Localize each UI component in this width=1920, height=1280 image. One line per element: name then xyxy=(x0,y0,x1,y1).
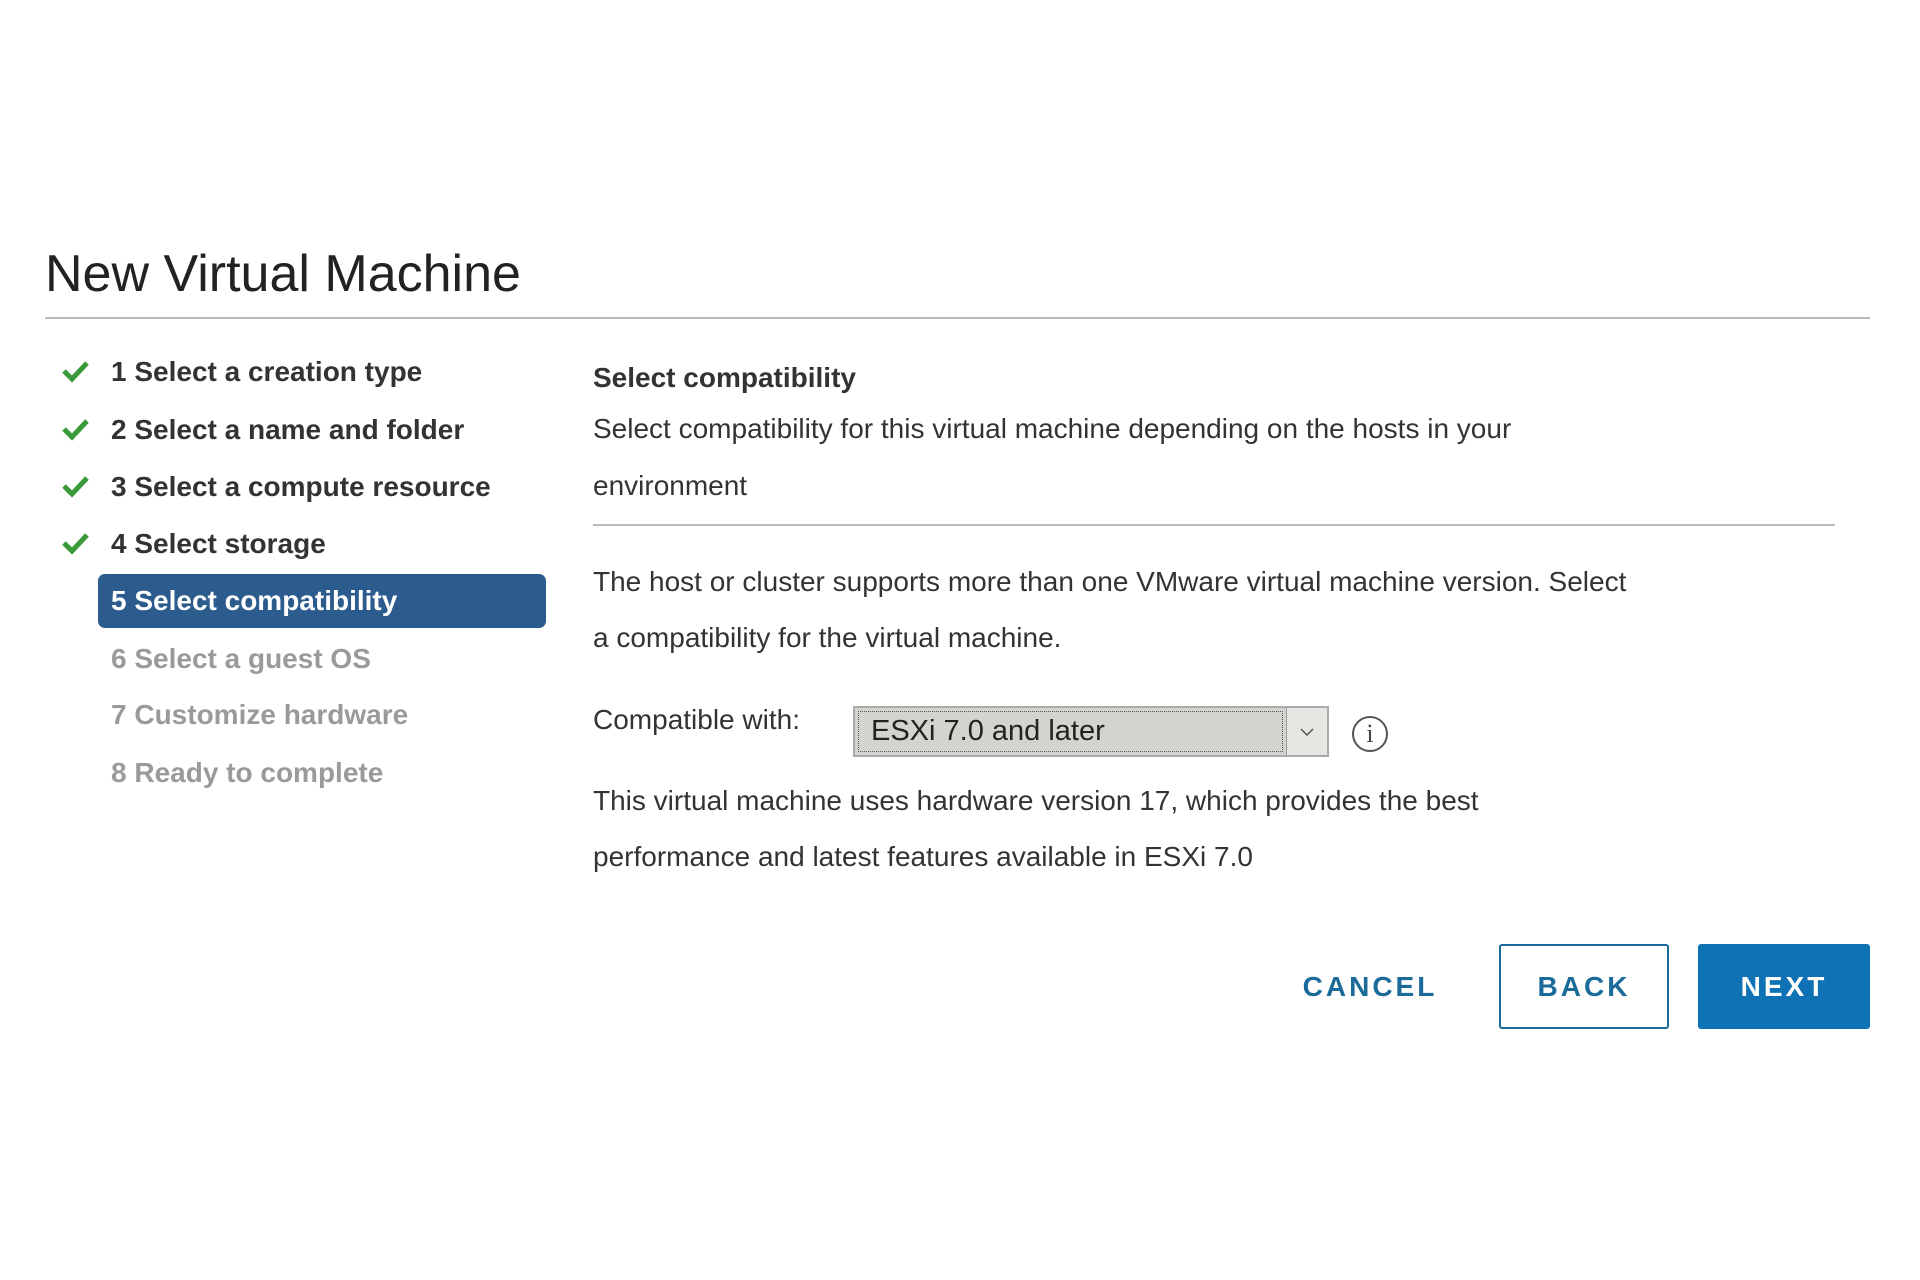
hardware-line-1: This virtual machine uses hardware versi… xyxy=(593,785,1479,816)
compatibility-value: ESXi 7.0 and later xyxy=(858,711,1283,752)
check-icon xyxy=(62,419,89,441)
check-icon xyxy=(62,533,89,555)
check-icon xyxy=(62,476,89,498)
description-line-1: Select compatibility for this virtual ma… xyxy=(593,413,1512,444)
step-label: 3 Select a compute resource xyxy=(111,471,491,502)
dialog-title: New Virtual Machine xyxy=(45,245,521,303)
check-icon xyxy=(62,361,89,383)
chevron-down-icon[interactable] xyxy=(1286,708,1327,755)
step-2[interactable]: 2 Select a name and folder xyxy=(62,404,546,456)
title-divider xyxy=(45,317,1870,319)
info-line-2: a compatibility for the virtual machine. xyxy=(593,622,1062,653)
step-5[interactable]: 5 Select compatibility xyxy=(98,574,546,628)
step-8: 8 Ready to complete xyxy=(98,747,546,799)
section-heading: Select compatibility xyxy=(593,362,856,393)
step-label: 4 Select storage xyxy=(111,528,326,559)
compatible-label: Compatible with: xyxy=(593,704,800,735)
step-1[interactable]: 1 Select a creation type xyxy=(62,346,546,398)
step-4[interactable]: 4 Select storage xyxy=(62,518,546,570)
description-line-2: environment xyxy=(593,470,748,501)
step-label: 2 Select a name and folder xyxy=(111,414,465,445)
section-divider xyxy=(593,524,1835,526)
step-label: 5 Select compatibility xyxy=(111,585,398,616)
step-label: 8 Ready to complete xyxy=(111,757,384,788)
compatibility-select[interactable]: ESXi 7.0 and later xyxy=(853,706,1329,757)
next-button[interactable]: NEXT xyxy=(1698,944,1870,1029)
step-label: 1 Select a creation type xyxy=(111,356,423,387)
step-label: 7 Customize hardware xyxy=(111,699,409,730)
info-icon[interactable]: i xyxy=(1352,716,1388,752)
step-label: 6 Select a guest OS xyxy=(111,643,371,674)
back-button[interactable]: BACK xyxy=(1499,944,1669,1029)
info-line-1: The host or cluster supports more than o… xyxy=(593,566,1627,597)
hardware-line-2: performance and latest features availabl… xyxy=(593,841,1253,872)
cancel-button[interactable]: CANCEL xyxy=(1280,944,1460,1029)
step-6: 6 Select a guest OS xyxy=(98,633,546,685)
step-7: 7 Customize hardware xyxy=(98,689,546,741)
step-3[interactable]: 3 Select a compute resource xyxy=(62,461,546,513)
